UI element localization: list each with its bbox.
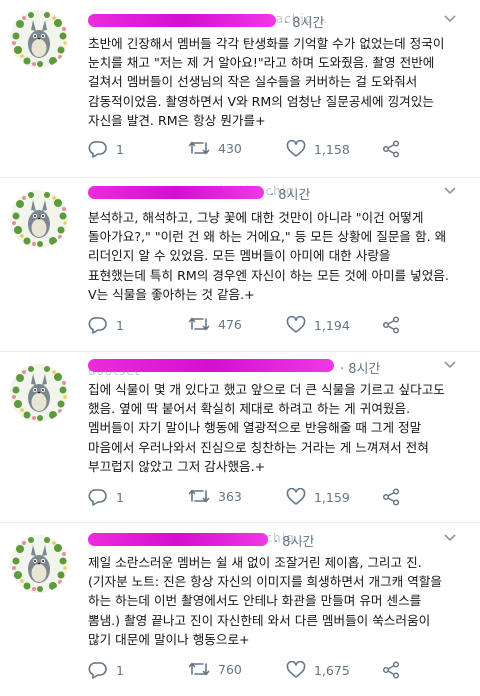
avatar[interactable]	[10, 535, 68, 593]
avatar[interactable]	[10, 364, 68, 422]
like-button[interactable]: 1,675	[286, 661, 350, 679]
reply-icon	[88, 662, 107, 679]
retweet-icon	[188, 141, 210, 155]
retweet-button[interactable]: 476	[188, 316, 242, 332]
reply-button[interactable]: 1	[88, 316, 124, 334]
like-button[interactable]: 1,194	[286, 316, 350, 334]
reply-button[interactable]: 1	[88, 661, 124, 679]
share-button[interactable]	[382, 661, 400, 679]
avatar[interactable]	[10, 10, 68, 68]
tweet-text: 분석하고, 해석하고, 그냥 꽃에 대한 것만이 아니라 "이건 어떻게 돌아가…	[88, 208, 470, 304]
tweet-line: 감동적이었음. 촬영하면서 V와 RM의 엄청난 질문공세에 낑겨있는	[88, 93, 434, 109]
share-icon	[382, 661, 400, 679]
retweet-icon	[188, 317, 210, 331]
heart-icon	[286, 316, 306, 333]
redacted-username	[88, 359, 334, 372]
tweet-time[interactable]: · 8시간	[284, 12, 324, 31]
like-button[interactable]: 1,159	[286, 488, 350, 506]
totoro-avatar	[10, 10, 68, 68]
reply-icon	[88, 489, 107, 506]
tweet[interactable]: @plasticachiq... · 8시간 분석하고, 해석하고, 그냥 꽃에…	[0, 178, 480, 350]
share-button[interactable]	[382, 316, 400, 334]
share-button[interactable]	[382, 140, 400, 158]
like-button[interactable]: 1,158	[286, 140, 350, 158]
tweet-text: 제일 소란스러운 멤버는 쉴 새 없이 조잘거린 제이홉, 그리고 진. (기자…	[88, 553, 470, 649]
like-count: 1,194	[314, 317, 350, 333]
tweet-line: 많기 대문에 말이나 행동으로+	[88, 631, 250, 647]
retweet-icon	[188, 489, 210, 503]
retweet-button[interactable]: 430	[188, 140, 242, 156]
tweet-time[interactable]: · 8시간	[274, 531, 314, 550]
chevron-down-icon[interactable]	[442, 358, 458, 372]
reply-button[interactable]: 1	[88, 140, 124, 158]
reply-count: 1	[116, 141, 124, 157]
reply-count: 1	[116, 662, 124, 678]
tweet-line: 자신을 발견. RM은 항상 뭔가를+	[88, 112, 266, 128]
retweet-count: 476	[218, 316, 242, 332]
tweet-line: V는 식물을 좋아하는 것 같음.+	[88, 286, 255, 302]
tweet-line: 멤버들이 자기 말이나 행동에 열광적으로 반응해줄 때 그게 정말	[88, 420, 422, 436]
tweet-time[interactable]: · 8시간	[270, 184, 310, 203]
chevron-down-icon[interactable]	[442, 184, 458, 198]
tweet-line: (기자분 노트: 진은 항상 자신의 이미지를 희생하면서 개그캐 역할을	[88, 574, 443, 590]
like-count: 1,159	[314, 489, 350, 505]
totoro-avatar	[10, 190, 68, 248]
reply-icon	[88, 141, 107, 158]
chevron-down-icon[interactable]	[442, 12, 458, 26]
redacted-username	[88, 14, 276, 27]
redacted-username	[88, 186, 264, 199]
tweet-line: 마음에서 우러나와서 진심으로 칭찬하는 거라는 게 느껴져서 전혀	[88, 439, 429, 455]
retweet-button[interactable]: 363	[188, 488, 242, 504]
tweet-line: 분석하고, 해석하고, 그냥 꽃에 대한 것만이 아니라 "이건 어떻게	[88, 210, 424, 225]
heart-icon	[286, 661, 306, 678]
retweet-button[interactable]: 760	[188, 661, 242, 677]
avatar[interactable]	[10, 190, 68, 248]
tweet-line: 초반에 긴장해서 멤버들 각각 탄생화를 기억할 수가 없었는데 정국이	[88, 36, 445, 51]
like-count: 1,158	[314, 141, 350, 157]
reply-count: 1	[116, 489, 124, 505]
reply-icon	[88, 317, 107, 334]
share-icon	[382, 140, 400, 158]
heart-icon	[286, 140, 306, 157]
tweet-text: 집에 식물이 몇 개 있다고 했고 앞으로 더 큰 식물을 기르고 싶다고도 했…	[88, 380, 470, 476]
share-button[interactable]	[382, 488, 400, 506]
redacted-username	[88, 533, 268, 546]
reply-button[interactable]: 1	[88, 488, 124, 506]
chevron-down-icon[interactable]	[442, 531, 458, 545]
retweet-icon	[188, 662, 210, 676]
tweet-line: 부끄럽지 않았고 그저 감사했음.+	[88, 458, 266, 474]
tweet-line: 하는 하는데 이번 촬영에서도 안테나 화관을 만들며 유머 센스를	[88, 593, 422, 609]
reply-count: 1	[116, 317, 124, 333]
tweet-line: 리더인지 알 수 있었음. 모든 멤버들이 아미에 대한 사랑을	[88, 248, 391, 264]
tweet[interactable]: ɑ@plasticachiq... · 8시간 초반에 긴장해서 멤버들 각각 …	[0, 0, 480, 180]
totoro-avatar	[10, 535, 68, 593]
heart-icon	[286, 488, 306, 505]
share-icon	[382, 488, 400, 506]
tweet-line: 표현했는데 특히 RM의 경우엔 자신이 하는 모든 것에 아미를 넣었음.	[88, 267, 449, 283]
tweet-line: 제일 소란스러운 멤버는 쉴 새 없이 조잘거린 제이홉, 그리고 진.	[88, 555, 422, 570]
share-icon	[382, 316, 400, 334]
tweet-line: 돌아가요?," "이런 건 왜 하는 거에요," 등 모든 상황에 질문을 함.…	[88, 229, 447, 245]
tweet-line: 눈치를 채고 "저는 제 거 알아요!"라고 하며 도와줬음. 촬영 전반에	[88, 55, 435, 71]
tweet-text: 초반에 긴장해서 멤버들 각각 탄생화를 기억할 수가 없었는데 정국이 눈치를…	[88, 34, 470, 130]
tweet-line: 집에 식물이 몇 개 있다고 했고 앞으로 더 큰 식물을 기르고 싶다고도	[88, 382, 445, 397]
retweet-count: 760	[218, 661, 242, 677]
tweet-line: 걸쳐서 멤버들이 선생님의 작은 실수들을 커버하는 걸 도와줘서	[88, 74, 418, 90]
retweet-count: 430	[218, 140, 242, 156]
tweet[interactable]: @plasticachiq... · 8시간 제일 소란스러운 멤버는 쉴 새 …	[0, 523, 480, 696]
tweet-line: 했음. 옆에 딱 붙어서 확실히 제대로 하려고 하는 게 귀여웠음.	[88, 401, 411, 417]
retweet-count: 363	[218, 488, 242, 504]
tweet-line: 뽐냄.) 촬영 끝나고 진이 자신한테 와서 다른 멤버들이 쑥스러움이	[88, 612, 431, 628]
like-count: 1,675	[314, 662, 350, 678]
totoro-avatar	[10, 364, 68, 422]
tweet-time[interactable]: · 8시간	[340, 358, 380, 377]
tweet[interactable]: dootset · 8시간 집에 식물이 몇 개 있다고 했고 앞으로 더 큰 …	[0, 352, 480, 522]
